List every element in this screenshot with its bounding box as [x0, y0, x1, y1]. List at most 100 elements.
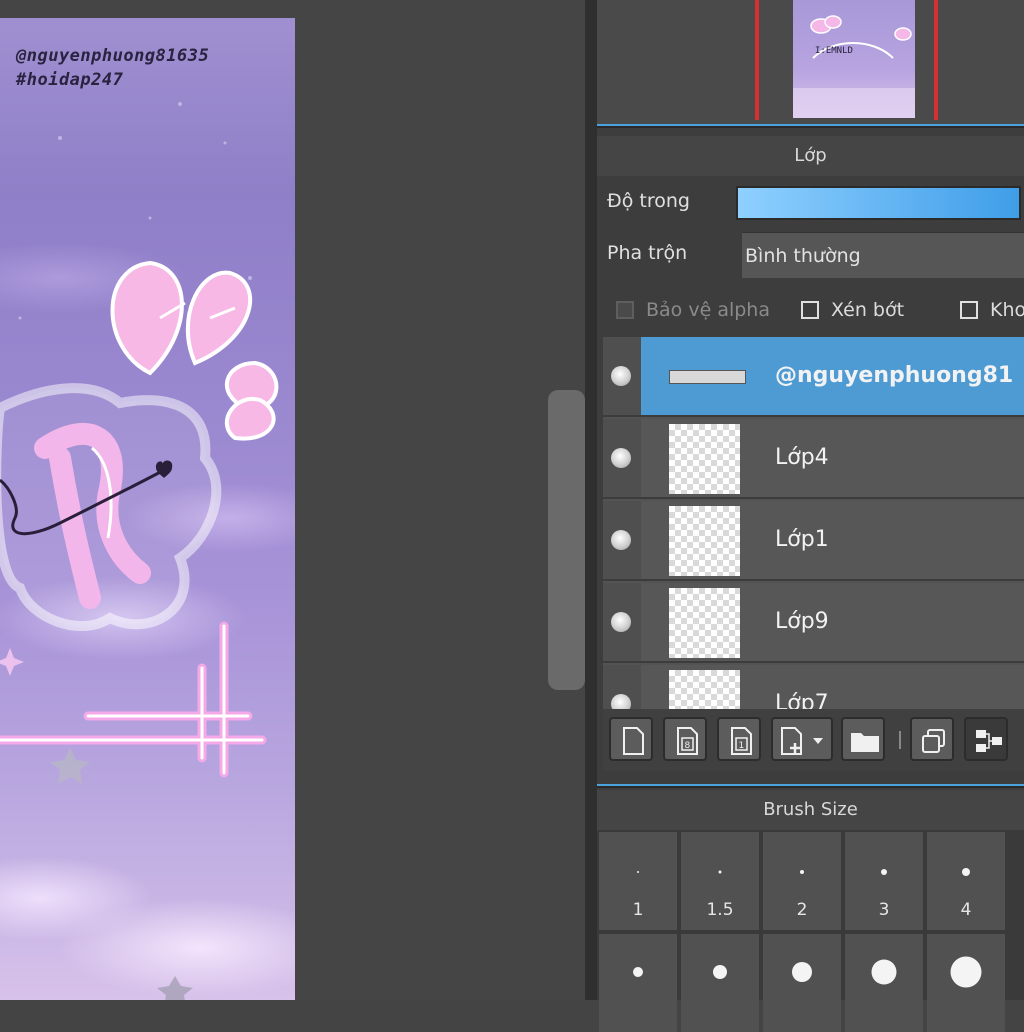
layer-thumbnail: [669, 588, 740, 658]
visibility-toggle[interactable]: [603, 419, 641, 497]
right-panel: I:EMNLD Lớp Độ trong Pha trộn Bình thườn…: [597, 0, 1024, 1032]
lock-label: Kho: [990, 299, 1024, 321]
eye-icon[interactable]: [611, 366, 631, 386]
artwork[interactable]: @nguyenphuong81635 #hoidap247: [0, 18, 295, 1000]
brush-size-option[interactable]: 4: [927, 832, 1005, 930]
layer-row[interactable]: Lớp9: [603, 583, 1024, 663]
panel-separator[interactable]: [597, 124, 1024, 128]
layer-row[interactable]: Lớp4: [603, 419, 1024, 499]
opacity-label: Độ trong: [607, 190, 690, 212]
eye-icon[interactable]: [611, 612, 631, 632]
brush-size-option[interactable]: [681, 934, 759, 1032]
caption-line-1: @nguyenphuong81635: [16, 46, 210, 66]
brush-size-option[interactable]: 1: [599, 832, 677, 930]
eye-icon[interactable]: [611, 448, 631, 468]
add-layer-menu-button[interactable]: [771, 717, 833, 761]
layer-thumbnail: [669, 424, 740, 494]
panel-separator[interactable]: [597, 784, 1024, 788]
canvas-area[interactable]: @nguyenphuong81635 #hoidap247: [0, 0, 585, 1000]
brush-size-label: 3: [878, 900, 890, 920]
checkbox-box[interactable]: [960, 301, 978, 319]
layer-thumbnail: [669, 370, 746, 384]
merge-down-button[interactable]: [964, 717, 1008, 761]
toolbar-separator: [899, 731, 901, 749]
visibility-toggle[interactable]: [603, 583, 641, 661]
brush-size-option[interactable]: [599, 934, 677, 1032]
brush-dot-icon: [713, 965, 727, 979]
new-8bit-layer-button[interactable]: 8: [663, 717, 707, 761]
brush-dot-icon: [800, 870, 804, 874]
layer-row[interactable]: Lớp7: [603, 665, 1024, 709]
blend-mode-select[interactable]: Bình thường: [742, 232, 1024, 278]
brush-size-option[interactable]: [845, 934, 923, 1032]
eye-icon[interactable]: [611, 694, 631, 709]
layer-name: Lớp9: [775, 609, 829, 634]
layer-row[interactable]: @nguyenphuong81: [603, 337, 1024, 417]
brush-size-option[interactable]: [763, 934, 841, 1032]
new-8bit-layer-icon: 8: [677, 727, 698, 755]
brush-dot-icon: [637, 871, 639, 873]
new-folder-button[interactable]: [841, 717, 885, 761]
brush-dot-icon: [950, 956, 982, 988]
brush-dot-icon: [633, 967, 643, 977]
layer-name: @nguyenphuong81: [775, 363, 1014, 388]
brush-size-label: 2: [796, 900, 808, 920]
canvas-scrollbar-thumb[interactable]: [548, 390, 585, 690]
brush-dot-icon: [871, 959, 897, 985]
duplicate-layer-button[interactable]: [910, 717, 954, 761]
layer-panel-title: Lớp: [597, 136, 1024, 176]
layer-toolbar: 8 1: [603, 709, 1024, 771]
blend-mode-label: Pha trộn: [607, 242, 688, 264]
artwork-drawing: [0, 102, 279, 1000]
new-1bit-layer-icon: 1: [731, 727, 752, 755]
panel-divider[interactable]: [585, 0, 597, 1000]
checkbox-box[interactable]: [616, 301, 634, 319]
brush-size-label: 1: [632, 900, 644, 920]
brush-size-option[interactable]: 1.5: [681, 832, 759, 930]
folder-icon: [851, 733, 879, 752]
brush-size-title: Brush Size: [597, 790, 1024, 830]
svg-text:I:EMNLD: I:EMNLD: [815, 46, 853, 56]
eye-icon[interactable]: [611, 530, 631, 550]
brush-size-grid: 1 1.5 2 3 4: [597, 830, 1024, 1032]
visibility-toggle[interactable]: [603, 665, 641, 709]
protect-alpha-checkbox[interactable]: Bảo vệ alpha: [616, 295, 770, 325]
merge-down-icon: [976, 730, 1002, 752]
layer-name: Lớp7: [775, 691, 829, 709]
navigator-thumbnail-art: I:EMNLD: [793, 15, 915, 118]
opacity-slider[interactable]: [736, 186, 1021, 220]
protect-alpha-label: Bảo vệ alpha: [646, 299, 770, 321]
lock-checkbox[interactable]: Kho: [960, 295, 1024, 325]
brush-size-label: 1.5: [706, 900, 734, 920]
new-1bit-layer-button[interactable]: 1: [717, 717, 761, 761]
navigator-view-frame[interactable]: I:EMNLD: [755, 0, 938, 120]
brush-size-option[interactable]: 3: [845, 832, 923, 930]
checkbox-box[interactable]: [801, 301, 819, 319]
clipping-label: Xén bớt: [831, 299, 905, 321]
navigator-thumbnail: I:EMNLD: [793, 0, 915, 118]
brush-dot-icon: [718, 870, 722, 874]
layer-list[interactable]: @nguyenphuong81 Lớp4 Lớp1 Lớp9 Lớp7: [603, 337, 1024, 709]
layer-row[interactable]: Lớp1: [603, 501, 1024, 581]
layer-name: Lớp1: [775, 527, 829, 552]
brush-size-option[interactable]: [927, 934, 1005, 1032]
brush-dot-icon: [792, 962, 812, 982]
add-layer-menu-icon: [781, 727, 823, 755]
clipping-checkbox[interactable]: Xén bớt: [801, 295, 904, 325]
svg-text:1: 1: [739, 741, 745, 751]
brush-dot-icon: [881, 869, 887, 875]
new-layer-button[interactable]: [609, 717, 653, 761]
artwork-watermark-text: @nguyenphuong81635 #hoidap247: [16, 44, 209, 92]
navigator-panel[interactable]: I:EMNLD: [597, 0, 1024, 124]
caption-line-2: #hoidap247: [16, 70, 124, 90]
brush-size-option[interactable]: 2: [763, 832, 841, 930]
visibility-toggle[interactable]: [603, 337, 641, 415]
layer-thumbnail: [669, 506, 740, 576]
new-layer-icon: [623, 727, 644, 755]
duplicate-layer-icon: [922, 729, 945, 753]
layer-name: Lớp4: [775, 445, 829, 470]
brush-dot-icon: [962, 868, 970, 876]
layer-thumbnail: [669, 670, 740, 709]
svg-text:8: 8: [685, 741, 691, 751]
visibility-toggle[interactable]: [603, 501, 641, 579]
